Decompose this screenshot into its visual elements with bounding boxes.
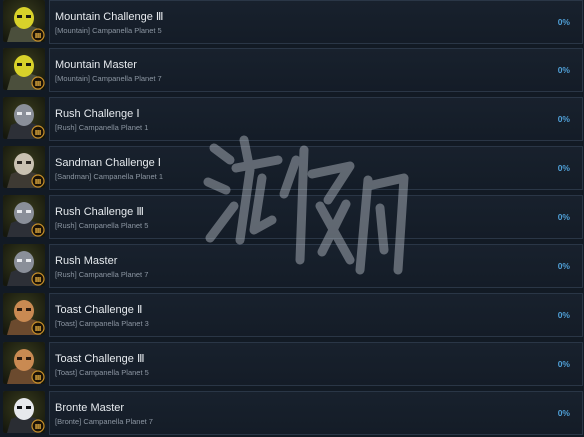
achievement-name: Sandman Challenge Ⅰ (55, 157, 161, 169)
achievement-panel[interactable]: Rush Challenge Ⅰ [Rush] Campanella Plane… (49, 97, 583, 141)
svg-text:Ⅲ: Ⅲ (35, 374, 42, 382)
achievement-name: Rush Master (55, 255, 118, 267)
achievement-name: Mountain Master (55, 59, 137, 71)
achievement-panel[interactable]: Sandman Challenge Ⅰ [Sandman] Campanella… (49, 146, 583, 190)
achievement-panel[interactable]: Mountain Master [Mountain] Campanella Pl… (49, 48, 583, 92)
achievement-panel[interactable]: Bronte Master [Bronte] Campanella Planet… (49, 391, 583, 435)
achievement-description: [Rush] Campanella Planet 7 (55, 270, 149, 279)
bronte-icon: Ⅲ (3, 391, 45, 433)
achievement-row[interactable]: Ⅲ Mountain Challenge Ⅲ [Mountain] Campan… (0, 0, 584, 46)
toast-icon: Ⅲ (3, 293, 45, 335)
achievement-panel[interactable]: Rush Master [Rush] Campanella Planet 7 0… (49, 244, 583, 288)
achievement-row[interactable]: Ⅲ Rush Challenge Ⅲ [Rush] Campanella Pla… (0, 195, 584, 241)
achievement-row[interactable]: Ⅲ Rush Master [Rush] Campanella Planet 7… (0, 244, 584, 290)
svg-text:Ⅲ: Ⅲ (35, 129, 42, 137)
achievement-row[interactable]: Ⅲ Rush Challenge Ⅰ [Rush] Campanella Pla… (0, 97, 584, 143)
achievement-name: Rush Challenge Ⅰ (55, 108, 140, 120)
achievement-name: Rush Challenge Ⅲ (55, 206, 144, 218)
mountain-yellow-icon: Ⅲ (3, 0, 45, 42)
achievement-row[interactable]: Ⅲ Sandman Challenge Ⅰ [Sandman] Campanel… (0, 146, 584, 192)
achievement-description: [Toast] Campanella Planet 3 (55, 319, 149, 328)
mountain-yellow-icon: Ⅲ (3, 48, 45, 90)
svg-text:Ⅲ: Ⅲ (35, 276, 42, 284)
achievement-description: [Toast] Campanella Planet 5 (55, 368, 149, 377)
svg-text:Ⅲ: Ⅲ (35, 423, 42, 431)
svg-text:Ⅲ: Ⅲ (35, 80, 42, 88)
achievement-description: [Rush] Campanella Planet 5 (55, 221, 149, 230)
achievement-row[interactable]: Ⅲ Toast Challenge Ⅱ [Toast] Campanella P… (0, 293, 584, 339)
achievement-row[interactable]: Ⅲ Bronte Master [Bronte] Campanella Plan… (0, 391, 584, 437)
sandman-icon: Ⅲ (3, 146, 45, 188)
svg-text:Ⅲ: Ⅲ (35, 227, 42, 235)
achievement-percent: 0% (557, 261, 570, 271)
achievement-percent: 0% (557, 17, 570, 27)
achievement-panel[interactable]: Rush Challenge Ⅲ [Rush] Campanella Plane… (49, 195, 583, 239)
achievement-description: [Rush] Campanella Planet 1 (55, 123, 149, 132)
achievement-panel[interactable]: Toast Challenge Ⅲ [Toast] Campanella Pla… (49, 342, 583, 386)
achievement-name: Toast Challenge Ⅱ (55, 304, 143, 316)
achievement-description: [Mountain] Campanella Planet 5 (55, 26, 162, 35)
achievement-name: Bronte Master (55, 402, 125, 414)
achievement-description: [Mountain] Campanella Planet 7 (55, 74, 162, 83)
achievement-panel[interactable]: Mountain Challenge Ⅲ [Mountain] Campanel… (49, 0, 583, 44)
achievement-panel[interactable]: Toast Challenge Ⅱ [Toast] Campanella Pla… (49, 293, 583, 337)
achievement-percent: 0% (557, 114, 570, 124)
svg-text:Ⅲ: Ⅲ (35, 178, 42, 186)
achievement-percent: 0% (557, 310, 570, 320)
achievement-percent: 0% (557, 65, 570, 75)
achievement-percent: 0% (557, 212, 570, 222)
svg-text:Ⅲ: Ⅲ (35, 325, 42, 333)
achievement-percent: 0% (557, 359, 570, 369)
toast-icon: Ⅲ (3, 342, 45, 384)
achievement-description: [Bronte] Campanella Planet 7 (55, 417, 153, 426)
svg-text:Ⅲ: Ⅲ (35, 32, 42, 40)
achievement-description: [Sandman] Campanella Planet 1 (55, 172, 163, 181)
achievement-name: Mountain Challenge Ⅲ (55, 11, 164, 23)
rush-dark-icon: Ⅲ (3, 97, 45, 139)
rush-dark-icon: Ⅲ (3, 195, 45, 237)
achievement-row[interactable]: Ⅲ Toast Challenge Ⅲ [Toast] Campanella P… (0, 342, 584, 388)
achievement-name: Toast Challenge Ⅲ (55, 353, 145, 365)
achievement-list: Ⅲ Mountain Challenge Ⅲ [Mountain] Campan… (0, 0, 584, 435)
achievement-percent: 0% (557, 408, 570, 418)
achievement-row[interactable]: Ⅲ Mountain Master [Mountain] Campanella … (0, 48, 584, 94)
achievement-percent: 0% (557, 163, 570, 173)
rush-dark-icon: Ⅲ (3, 244, 45, 286)
